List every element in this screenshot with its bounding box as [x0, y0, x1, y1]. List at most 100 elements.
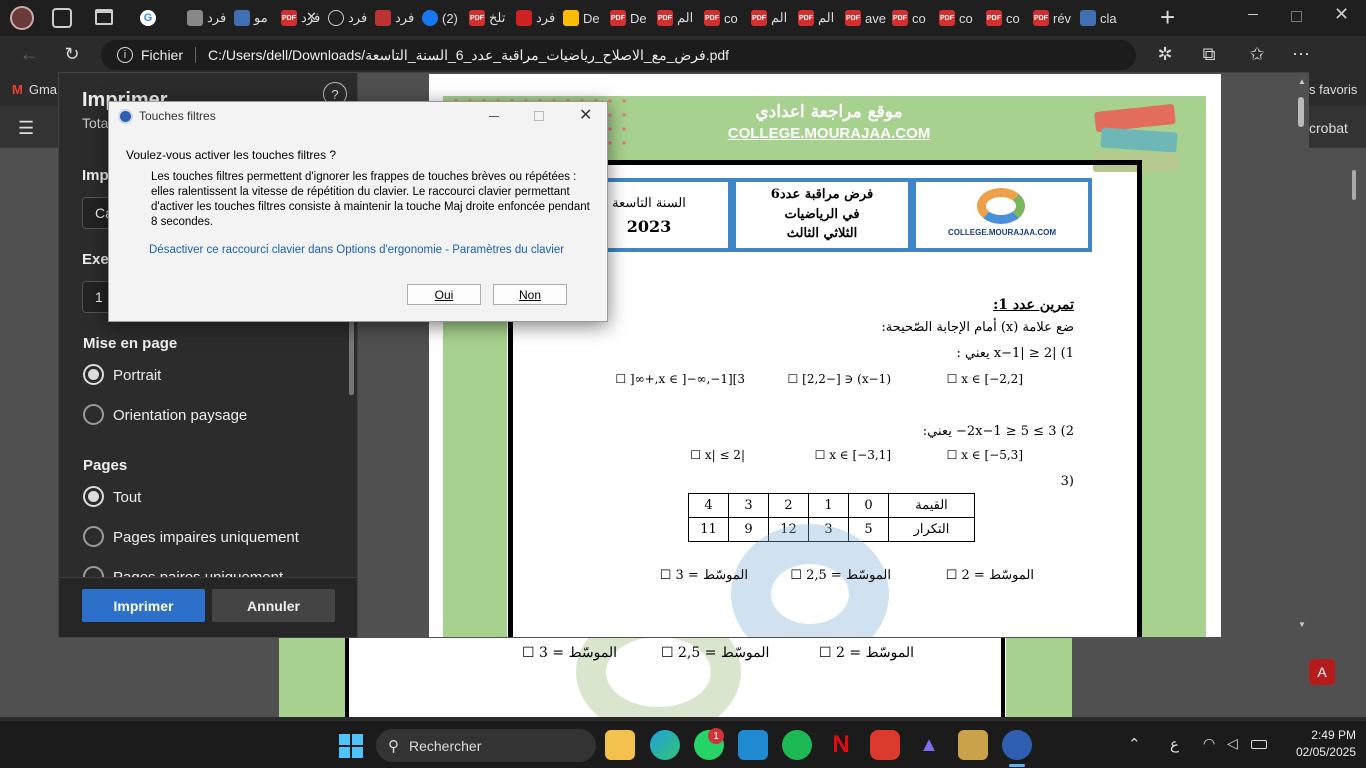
search-icon: ⚲ — [388, 737, 399, 755]
tab-label: الم — [818, 10, 835, 25]
browser-tab[interactable]: PDF co — [698, 4, 745, 32]
tab-label: rév — [1053, 10, 1072, 26]
new-tab-button[interactable]: + — [1160, 2, 1175, 33]
close-window-button[interactable]: ✕ — [1334, 4, 1349, 25]
landscape-radio[interactable] — [83, 404, 104, 425]
separator — [195, 47, 197, 63]
vertical-tabs-icon[interactable] — [95, 9, 113, 25]
browser-tab[interactable]: PDF الم — [745, 4, 792, 32]
back-arrow-icon[interactable]: ← — [15, 40, 43, 68]
yes-button[interactable]: Oui — [407, 284, 481, 305]
portrait-radio[interactable] — [83, 364, 104, 385]
info-icon[interactable]: i — [117, 47, 133, 63]
acrobat-label[interactable]: crobat — [1309, 120, 1348, 136]
no-button[interactable]: Non — [493, 284, 567, 305]
pdf-icon: PDF — [281, 10, 297, 26]
tab-label: تلخ — [489, 10, 506, 25]
contents-icon[interactable]: ☰ — [18, 118, 34, 139]
gmail-bookmark[interactable]: M Gma — [12, 82, 57, 97]
table-cell: 0 — [848, 493, 889, 518]
vscode-icon[interactable] — [738, 730, 768, 760]
tab-label: De — [583, 10, 600, 26]
taskbar: ⚲ Rechercher 1 N ▲ ⌃ ع ◠ ◁ 2:49 PM 02/05… — [0, 720, 1366, 768]
browser-tab[interactable]: PDF rév — [1027, 4, 1074, 32]
more-menu-icon[interactable]: ⋯ — [1287, 40, 1315, 68]
browser-tab[interactable]: PDF De — [604, 4, 651, 32]
dialog-close-button[interactable]: ✕ — [579, 105, 592, 125]
maximize-button[interactable] — [1291, 11, 1302, 22]
refresh-icon[interactable]: ↻ — [58, 40, 86, 68]
browser-tab[interactable]: فرد — [510, 4, 557, 32]
browser-tab[interactable]: PDF تلخ — [463, 4, 510, 32]
input-language[interactable]: ع — [1170, 735, 1179, 753]
browser-tab[interactable]: فرد — [181, 4, 228, 32]
address-url: C:/Users/dell/Downloads/فرض_مع_الاصلاح_ر… — [208, 46, 730, 63]
back-median-c: الموسّط = 2 ☐ — [819, 645, 915, 661]
photos-icon[interactable]: ▲ — [914, 730, 944, 760]
q2-option-b: x ∈ [−3,1] ☐ — [814, 448, 891, 462]
profile-avatar[interactable] — [10, 6, 34, 30]
netflix-icon[interactable]: N — [826, 730, 856, 760]
browser-tab[interactable]: PDF الم — [792, 4, 839, 32]
browser-tab[interactable]: فرد — [369, 4, 416, 32]
start-button[interactable] — [339, 734, 363, 758]
browser-tab[interactable]: PDF co — [886, 4, 933, 32]
viewer-scrollbar[interactable] — [1352, 148, 1356, 708]
accessibility-icon — [118, 109, 133, 124]
close-tab-button[interactable]: ✕ — [306, 9, 317, 25]
preview-scrollbar[interactable]: ▲ ▼ — [1296, 77, 1306, 632]
browser-tab[interactable]: فرد — [322, 4, 369, 32]
spotify-icon[interactable] — [782, 730, 812, 760]
q1-option-c: x ∈ [−2,2] ☐ — [946, 372, 1023, 386]
test-line2: في الرياضيات — [784, 207, 860, 222]
browser-tab[interactable]: مو — [228, 4, 275, 32]
all-pages-radio[interactable] — [83, 486, 104, 507]
clock-date[interactable]: 02/05/2025 — [1276, 745, 1356, 759]
battery-icon[interactable] — [1251, 740, 1267, 749]
dialog-maximize-button[interactable] — [534, 111, 544, 121]
image-icon — [375, 10, 391, 26]
clock-time[interactable]: 2:49 PM — [1276, 728, 1356, 742]
instruction: ضع علامة (x) أمام الإجابة الصّحيحة: — [881, 320, 1074, 335]
browser-tab[interactable]: PDF الم — [651, 4, 698, 32]
even-pages-radio[interactable] — [83, 566, 104, 577]
file-explorer-icon[interactable] — [605, 730, 635, 760]
acrobat-icon[interactable]: A — [1309, 659, 1335, 685]
browser-tab[interactable]: G — [134, 4, 181, 32]
browser-tab[interactable]: (2) — [416, 4, 463, 32]
site-url: COLLEGE.MOURAJAA.COM — [727, 125, 931, 142]
minimize-button[interactable] — [1248, 14, 1258, 15]
table-header-value: القيمة — [888, 493, 975, 518]
cancel-button[interactable]: Annuler — [212, 589, 335, 622]
wps-office-icon[interactable] — [870, 730, 900, 760]
favorites-icon[interactable]: ✩ — [1243, 40, 1271, 68]
pdf-icon: PDF — [845, 10, 861, 26]
browser-tab[interactable]: De — [557, 4, 604, 32]
address-bar[interactable]: i Fichier C:/Users/dell/Downloads/فرض_مع… — [101, 40, 1136, 70]
extensions-settings-icon[interactable]: ✲ — [1151, 40, 1179, 68]
volume-icon[interactable]: ◁ — [1227, 735, 1238, 752]
ergonomics-settings-link[interactable]: Désactiver ce raccourci clavier dans Opt… — [149, 244, 564, 256]
archive-app-icon[interactable] — [958, 730, 988, 760]
table-cell: 4 — [688, 493, 729, 518]
tray-chevron-icon[interactable]: ⌃ — [1128, 735, 1141, 753]
tab-label: co — [724, 10, 738, 26]
odd-pages-radio[interactable] — [83, 526, 104, 547]
accessibility-app-icon[interactable] — [1002, 730, 1032, 760]
browser-tab[interactable]: PDF ave — [839, 4, 886, 32]
workspaces-icon[interactable] — [52, 8, 72, 28]
taskbar-search[interactable]: ⚲ Rechercher — [376, 729, 596, 762]
browser-tab[interactable]: PDF co — [980, 4, 1027, 32]
puzzle-extensions-icon[interactable]: ⧉ — [1195, 40, 1223, 68]
wifi-icon[interactable]: ◠ — [1203, 735, 1215, 752]
browser-tab[interactable]: PDF co — [933, 4, 980, 32]
browser-tab[interactable]: cla — [1074, 4, 1121, 32]
other-favorites[interactable]: s favoris — [1309, 82, 1357, 97]
tab-label: فرد — [207, 10, 227, 25]
pdf-icon: PDF — [469, 10, 485, 26]
edge-icon[interactable] — [650, 730, 680, 760]
print-button[interactable]: Imprimer — [82, 589, 205, 622]
dialog-minimize-button[interactable] — [489, 116, 499, 117]
dialog-question: Voulez-vous activer les touches filtres … — [126, 148, 337, 162]
tab-label: co — [1006, 10, 1020, 26]
